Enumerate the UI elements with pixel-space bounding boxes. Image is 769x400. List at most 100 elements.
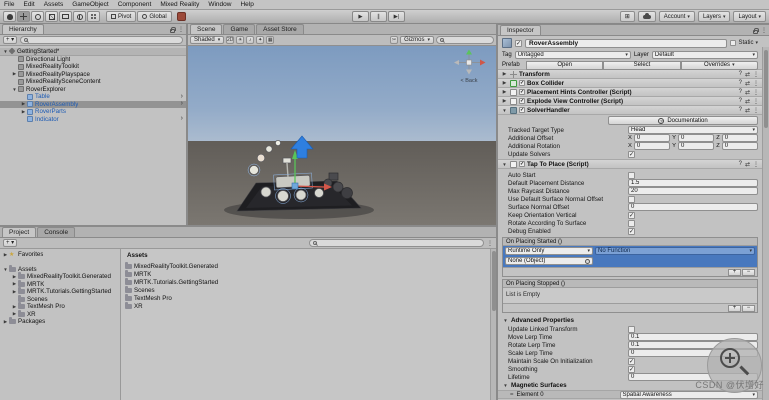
presets-icon[interactable]: ⇄ <box>745 161 750 168</box>
asset-item-mixedrealitytoolkit-generated[interactable]: MixedRealityToolkit.Generated <box>125 262 496 270</box>
prefab-open-chevron-icon[interactable]: › <box>181 94 183 100</box>
cloud-button[interactable] <box>638 11 656 22</box>
scene-viewport[interactable]: < Back <box>188 46 496 225</box>
advanced-properties-foldout[interactable]: ▼ Advanced Properties <box>498 315 762 325</box>
scene-search-input[interactable] <box>436 36 494 44</box>
hierarchy-item-mixedrealityplayspace[interactable]: ▶ MixedRealityPlayspace <box>0 71 186 79</box>
z-field-additional-offset[interactable]: 0 <box>722 134 758 142</box>
rect-tool-button[interactable] <box>59 11 72 22</box>
enabled-checkbox[interactable]: ✓ <box>519 107 525 113</box>
prefab-open-button[interactable]: Open <box>526 61 603 70</box>
grid-visibility-dropdown[interactable]: ▦ <box>266 36 274 44</box>
enabled-checkbox[interactable]: ✓ <box>519 80 525 86</box>
object-picker-icon[interactable] <box>585 259 590 264</box>
kebab-menu-icon[interactable]: ⋮ <box>487 240 493 247</box>
collab-button[interactable]: ⊞ <box>620 11 635 22</box>
kebab-menu-icon[interactable]: ⋮ <box>178 26 184 33</box>
layer-dropdown[interactable]: Default▾ <box>652 51 758 59</box>
foldout-open-icon[interactable]: ▼ <box>11 87 18 92</box>
menu-gameobject[interactable]: GameObject <box>72 1 109 8</box>
event-function-dropdown[interactable]: No Function▾ <box>595 247 755 255</box>
asset-item-mrtk[interactable]: MRTK <box>125 270 496 278</box>
enabled-checkbox[interactable]: ✓ <box>519 89 525 95</box>
checkbox-debug-enabled[interactable]: ✓ <box>628 228 635 235</box>
checkbox-smoothing[interactable]: ✓ <box>628 366 635 373</box>
prefab-select-button[interactable]: Select <box>603 61 680 70</box>
foldout-closed-icon[interactable]: ▶ <box>11 274 18 280</box>
step-button[interactable]: ▶| <box>388 11 405 22</box>
z-field-additional-rotation[interactable]: 0 <box>722 142 758 150</box>
bottom-tab-project[interactable]: Project <box>2 227 36 237</box>
hierarchy-item-roverparts[interactable]: ▶ RoverParts <box>0 108 186 116</box>
static-control[interactable]: Static▾ <box>730 40 758 46</box>
custom-tool-button[interactable] <box>87 11 100 22</box>
foldout-closed-icon[interactable]: ▶ <box>20 109 27 115</box>
menu-component[interactable]: Component <box>118 1 152 8</box>
lock-icon[interactable] <box>170 29 175 33</box>
audio-toggle[interactable]: ♪ <box>246 36 254 44</box>
asset-item-xr[interactable]: XR <box>125 302 496 310</box>
project-folder-packages[interactable]: ▶ Packages <box>0 318 120 326</box>
component-solverhandler[interactable]: ▼ ✓ SolverHandler ?⇄⋮ <box>498 105 762 115</box>
project-search-input[interactable] <box>309 239 484 247</box>
prefab-open-chevron-icon[interactable]: › <box>181 101 183 107</box>
x-field-additional-offset[interactable]: 0 <box>634 134 670 142</box>
checkbox-auto-start[interactable] <box>628 172 635 179</box>
checkbox-maintain-scale-on-initialization[interactable]: ✓ <box>628 358 635 365</box>
presets-icon[interactable]: ⇄ <box>745 71 750 78</box>
foldout-closed-icon[interactable]: ▶ <box>11 304 18 310</box>
scene-orientation-gizmo[interactable]: < Back <box>450 49 488 84</box>
menu-help[interactable]: Help <box>240 1 253 8</box>
move-tool-button[interactable] <box>17 11 30 22</box>
gizmos-dropdown[interactable]: Gizmos▾ <box>400 36 434 44</box>
menu-edit[interactable]: Edit <box>23 1 34 8</box>
checkbox-use-default-surface-normal-offset[interactable] <box>628 196 635 203</box>
static-checkbox[interactable] <box>730 40 736 46</box>
foldout-closed-icon[interactable]: ▶ <box>11 71 18 77</box>
kebab-menu-icon[interactable]: ⋮ <box>753 98 759 105</box>
field-max-raycast-distance[interactable]: 20 <box>628 187 758 195</box>
foldout-closed-icon[interactable]: ▶ <box>11 311 18 317</box>
foldout-closed-icon[interactable]: ▶ <box>501 71 508 77</box>
project-folder-xr[interactable]: ▶ XR <box>0 311 120 319</box>
effects-dropdown[interactable]: ✦ <box>256 36 264 44</box>
foldout-closed-icon[interactable]: ▶ <box>501 98 508 104</box>
checkbox-update-linked-transform[interactable] <box>628 326 635 333</box>
dropdown-tracked-target-type[interactable]: Head▾ <box>628 126 758 134</box>
layout-dropdown[interactable]: Layout▾ <box>733 11 766 22</box>
menu-assets[interactable]: Assets <box>44 1 64 8</box>
rotate-tool-button[interactable] <box>31 11 44 22</box>
hierarchy-item-table[interactable]: Table › <box>0 93 186 101</box>
documentation-button[interactable]: ?Documentation <box>608 116 758 125</box>
foldout-closed-icon[interactable]: ▶ <box>2 252 9 258</box>
foldout-closed-icon[interactable]: ▶ <box>11 281 18 287</box>
foldout-closed-icon[interactable]: ▶ <box>11 289 18 295</box>
pause-button[interactable]: ∥ <box>370 11 387 22</box>
mrtk-tool-icon[interactable] <box>177 12 186 21</box>
asset-item-mrtk-tutorials-gettingstarted[interactable]: MRTK.Tutorials.GettingStarted <box>125 278 496 286</box>
kebab-menu-icon[interactable]: ⋮ <box>761 27 767 34</box>
help-icon[interactable]: ? <box>739 71 742 77</box>
event-mode-dropdown[interactable]: Runtime Only▾ <box>505 247 593 255</box>
y-field-additional-rotation[interactable]: 0 <box>678 142 714 150</box>
project-folder-favorites[interactable]: ▶ ★ Favorites <box>0 251 120 259</box>
field-surface-normal-offset[interactable]: 0 <box>628 203 758 211</box>
view-tab-asset-store[interactable]: Asset Store <box>256 24 304 34</box>
help-icon[interactable]: ? <box>739 89 742 95</box>
tag-dropdown[interactable]: Untagged▾ <box>515 51 631 59</box>
help-icon[interactable]: ? <box>739 161 742 167</box>
layers-dropdown[interactable]: Layers▾ <box>698 11 731 22</box>
x-field-additional-rotation[interactable]: 0 <box>634 142 670 150</box>
kebab-menu-icon[interactable]: ⋮ <box>753 89 759 96</box>
inspector-scrollbar[interactable] <box>762 47 769 400</box>
kebab-menu-icon[interactable]: ⋮ <box>753 107 759 114</box>
hierarchy-item-roverexplorer[interactable]: ▼ RoverExplorer <box>0 86 186 94</box>
y-field-additional-offset[interactable]: 0 <box>678 134 714 142</box>
presets-icon[interactable]: ⇄ <box>745 89 750 96</box>
hierarchy-item-directional-light[interactable]: Directional Light <box>0 56 186 64</box>
gameobject-name-field[interactable]: RoverAssembly <box>525 39 727 48</box>
project-scrollbar[interactable] <box>490 249 496 400</box>
kebab-menu-icon[interactable]: ⋮ <box>753 80 759 87</box>
hierarchy-item-roverassembly[interactable]: ▶ RoverAssembly › <box>0 101 186 109</box>
hierarchy-item-mixedrealitytoolkit[interactable]: MixedRealityToolkit <box>0 63 186 71</box>
